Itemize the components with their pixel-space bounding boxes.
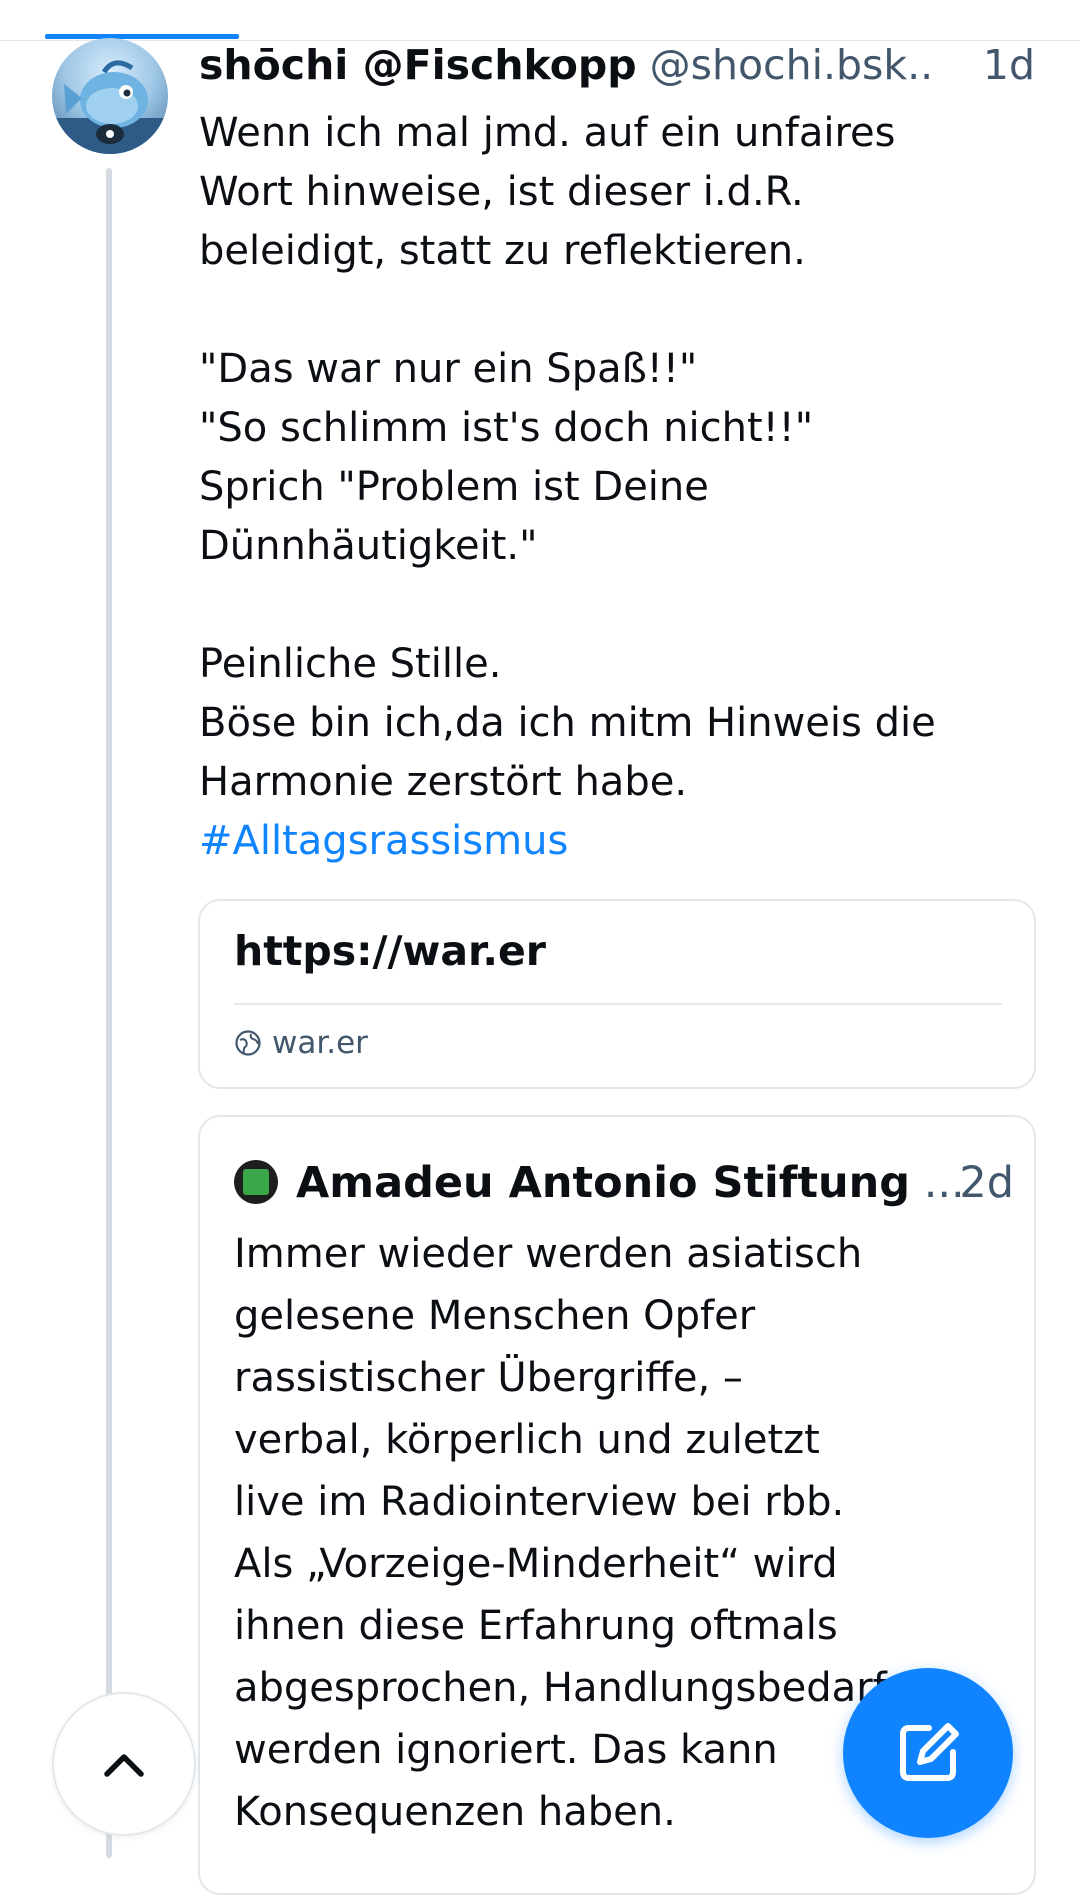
quoted-text-line: ihnen diese Erfahrung oftmals	[234, 1603, 838, 1649]
author-handle[interactable]: @shochi.bsk..	[650, 41, 934, 89]
post-text-line: beleidigt, statt zu reflektieren.	[199, 228, 806, 274]
author-avatar[interactable]	[52, 38, 168, 154]
post-text-line	[199, 576, 1049, 635]
fish-character-avatar-icon	[52, 60, 168, 154]
post-text: Wenn ich mal jmd. auf ein unfaires Wort …	[199, 104, 1049, 871]
quoted-text-line: rassistischer Übergriffe, –	[234, 1355, 743, 1401]
quoted-post-time[interactable]: 2d	[959, 1155, 1014, 1211]
quoted-text-line: verbal, körperlich und zuletzt	[234, 1417, 820, 1463]
active-tab-indicator	[45, 34, 239, 39]
post-text-line	[199, 281, 1049, 340]
quoted-post-header: Amadeu Antonio Stiftung ... 2d	[234, 1155, 1014, 1211]
quoted-text-line: gelesene Menschen Opfer	[234, 1293, 756, 1339]
post-text-line: Peinliche Stille.	[199, 641, 502, 687]
amadeu-antonio-stiftung-logo-icon	[234, 1159, 278, 1204]
post-text-line: Sprich "Problem ist Deine	[199, 464, 709, 510]
link-domain: war.er	[272, 1025, 368, 1061]
quoted-text-line: Als „Vorzeige-Minderheit“ wird	[234, 1541, 838, 1587]
link-title: https://war.er	[234, 927, 547, 975]
post-text-line: Dünnhäutigkeit."	[199, 523, 538, 569]
author-name[interactable]: shōchi @Fischkopp	[199, 41, 637, 89]
post-text-line: Harmonie zerstört habe.	[199, 759, 688, 805]
link-divider	[234, 1003, 1002, 1005]
hashtag-link[interactable]: #Alltagsrassismus	[199, 812, 1049, 871]
post-text-line: Wort hinweise, ist dieser i.d.R.	[199, 169, 804, 215]
post-time[interactable]: 1d	[983, 40, 1035, 90]
thread-line	[106, 168, 112, 1858]
quoted-text-line: live im Radiointerview bei rbb.	[234, 1479, 845, 1525]
link-domain-row: war.er	[234, 1025, 368, 1061]
quoted-author-name[interactable]: Amadeu Antonio Stiftung	[296, 1158, 910, 1208]
post-text-line: Wenn ich mal jmd. auf ein unfaires	[199, 110, 896, 156]
quoted-text-line: Immer wieder werden asiatisch	[234, 1231, 863, 1277]
post-text-line: "So schlimm ist's doch nicht!!"	[199, 405, 814, 451]
compose-button[interactable]	[843, 1668, 1013, 1838]
post-text-line: Böse bin ich,da ich mitm Hinweis die	[199, 700, 936, 746]
scroll-to-top-button[interactable]	[52, 1692, 196, 1836]
post-header: shōchi @Fischkopp @shochi.bsk.. 1d	[199, 40, 1039, 90]
globe-icon	[235, 1030, 261, 1056]
compose-icon	[900, 1723, 959, 1781]
post-text-line: "Das war nur ein Spaß!!"	[199, 346, 698, 392]
chevron-up-icon	[104, 1754, 144, 1777]
link-preview-card[interactable]: https://war.er war.er	[198, 899, 1036, 1089]
